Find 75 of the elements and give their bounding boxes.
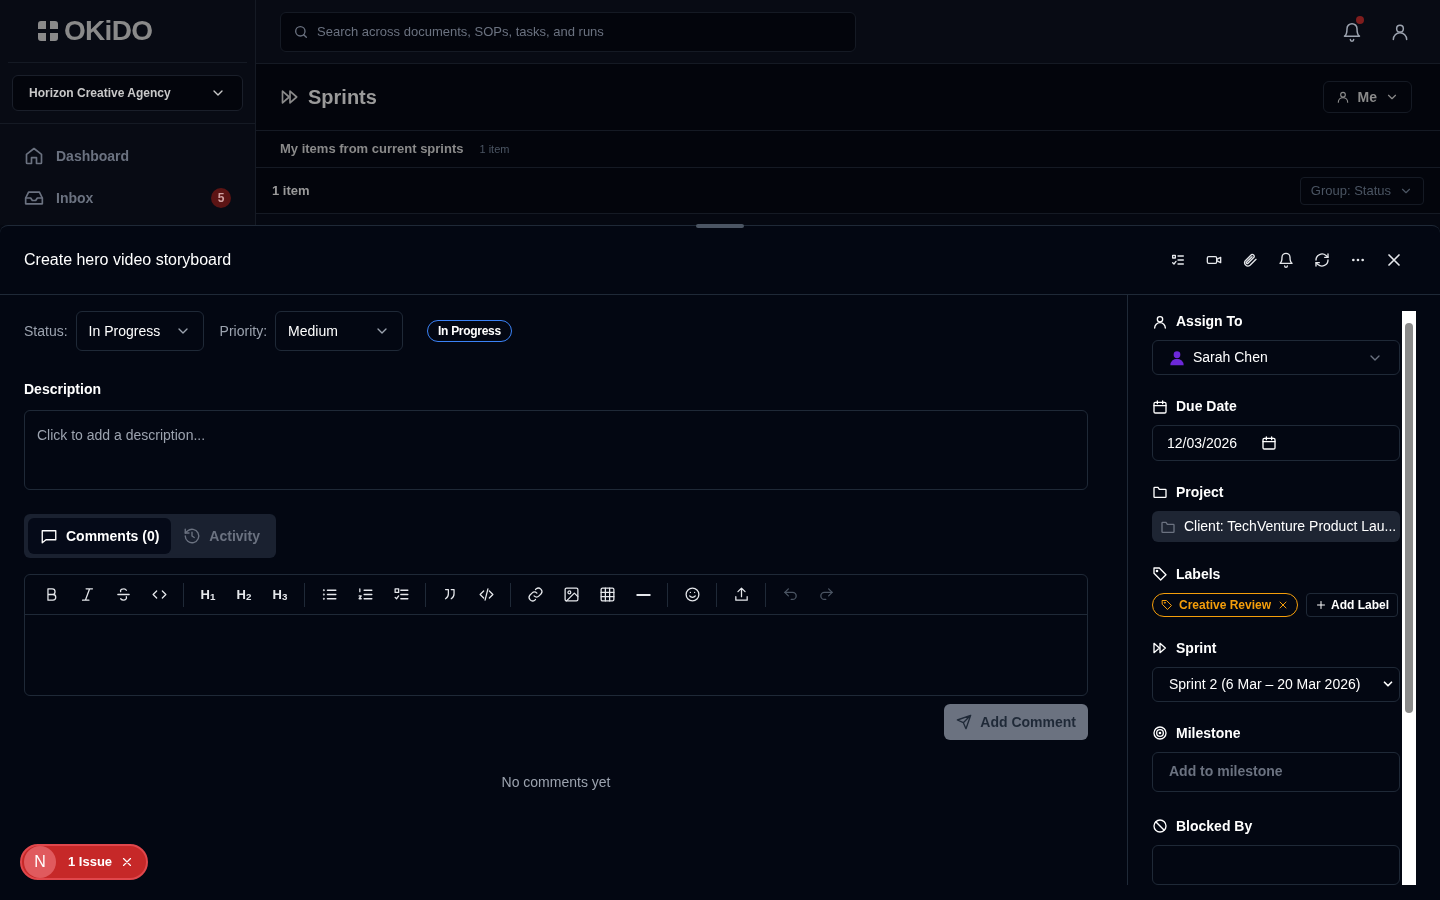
field-label: Status: <box>24 321 68 341</box>
field-label: Priority: <box>219 321 268 341</box>
code-block-icon <box>477 586 495 603</box>
send-icon <box>956 714 973 730</box>
page-title: Sprints <box>308 85 377 110</box>
blocked-icon <box>1152 818 1168 835</box>
priority-select[interactable]: Medium <box>275 311 404 351</box>
tab[interactable]: Comments (0) <box>28 518 172 554</box>
paperclip-icon <box>1242 252 1258 268</box>
task-title: Create hero video storyboard <box>24 250 232 270</box>
history-icon <box>183 527 202 545</box>
logo-text: OKiDO <box>64 14 153 48</box>
tag-icon <box>1161 598 1173 611</box>
emoji-icon <box>683 586 701 603</box>
user-icon <box>1335 90 1350 104</box>
field-label: Blocked By <box>1176 817 1253 836</box>
inbox-icon <box>24 188 44 208</box>
search-field[interactable]: Search across documents, SOPs, tasks, and runs <box>280 11 856 52</box>
target-icon <box>1152 725 1168 742</box>
section-count: 1 item <box>479 141 510 157</box>
horizontal-rule-icon <box>635 593 651 596</box>
issues-badge[interactable]: N 1 Issue <box>20 844 149 880</box>
table-icon <box>598 586 616 603</box>
user-icon <box>1152 313 1168 330</box>
bell-icon <box>1342 21 1362 42</box>
checklist-icon <box>1170 252 1186 268</box>
nav-item[interactable]: Inbox 5 <box>12 178 243 218</box>
home-icon <box>24 146 44 166</box>
section-title: My items from current sprints <box>280 140 464 159</box>
field-label: Sprint <box>1176 638 1217 658</box>
refresh-icon <box>1314 252 1330 268</box>
person-icon <box>1169 349 1185 366</box>
bell-icon <box>1278 252 1294 268</box>
sprint-icon <box>280 87 300 107</box>
redo-icon <box>817 586 835 603</box>
due-date-field[interactable]: 12/03/2026 <box>1152 425 1400 461</box>
bullet-list-icon <box>320 586 338 603</box>
workspace-select[interactable]: Horizon Creative Agency <box>12 75 243 111</box>
heading-button[interactable]: H$_{2}$ <box>226 578 262 611</box>
comment-icon <box>40 527 58 545</box>
description-field[interactable]: Click to add a description... <box>24 410 1088 490</box>
link-icon <box>526 586 544 603</box>
plus-icon <box>1315 598 1328 611</box>
folder-icon <box>1152 484 1168 501</box>
nav-item[interactable]: Dashboard <box>12 136 243 176</box>
undo-icon <box>781 586 799 603</box>
group-count: 1 item <box>272 181 310 200</box>
field-label: Assign To <box>1176 312 1243 331</box>
milestone-field[interactable]: Add to milestone <box>1152 752 1400 792</box>
assignee-select[interactable]: Sarah Chen <box>1152 340 1400 376</box>
logo-icon <box>36 19 60 43</box>
empty-message: No comments yet <box>501 773 611 792</box>
image-icon <box>562 586 580 603</box>
strikethrough-icon <box>114 586 132 603</box>
upload-icon <box>732 586 750 603</box>
comment-editor[interactable]: H$_{1}$ H$_{2}$ H$_{3}$ <box>24 574 1088 696</box>
tag-icon <box>1152 566 1168 582</box>
section-heading: Description <box>24 380 101 399</box>
heading-button[interactable]: H$_{3}$ <box>262 578 298 611</box>
filter-button[interactable]: Me <box>1322 81 1412 113</box>
field-label: Due Date <box>1176 397 1237 417</box>
add-label-button[interactable]: Add Label <box>1306 592 1399 617</box>
calendar-icon <box>1152 398 1168 415</box>
drag-handle[interactable] <box>696 224 744 228</box>
sprint-select[interactable]: Sprint 2 (6 Mar – 20 Mar 2026) <box>1152 666 1400 702</box>
count-badge: 5 <box>211 188 231 208</box>
calendar-icon <box>1261 435 1278 452</box>
heading-button[interactable]: H$_{1}$ <box>190 578 226 611</box>
project-select[interactable]: Client: TechVenture Product Lau... <box>1152 510 1400 543</box>
field-label: Milestone <box>1176 724 1241 743</box>
field-label: Project <box>1176 482 1224 502</box>
avatar: N <box>24 846 56 878</box>
search-icon <box>293 23 309 40</box>
field-label: Labels <box>1176 564 1221 584</box>
status-select[interactable]: In Progress <box>75 311 204 351</box>
